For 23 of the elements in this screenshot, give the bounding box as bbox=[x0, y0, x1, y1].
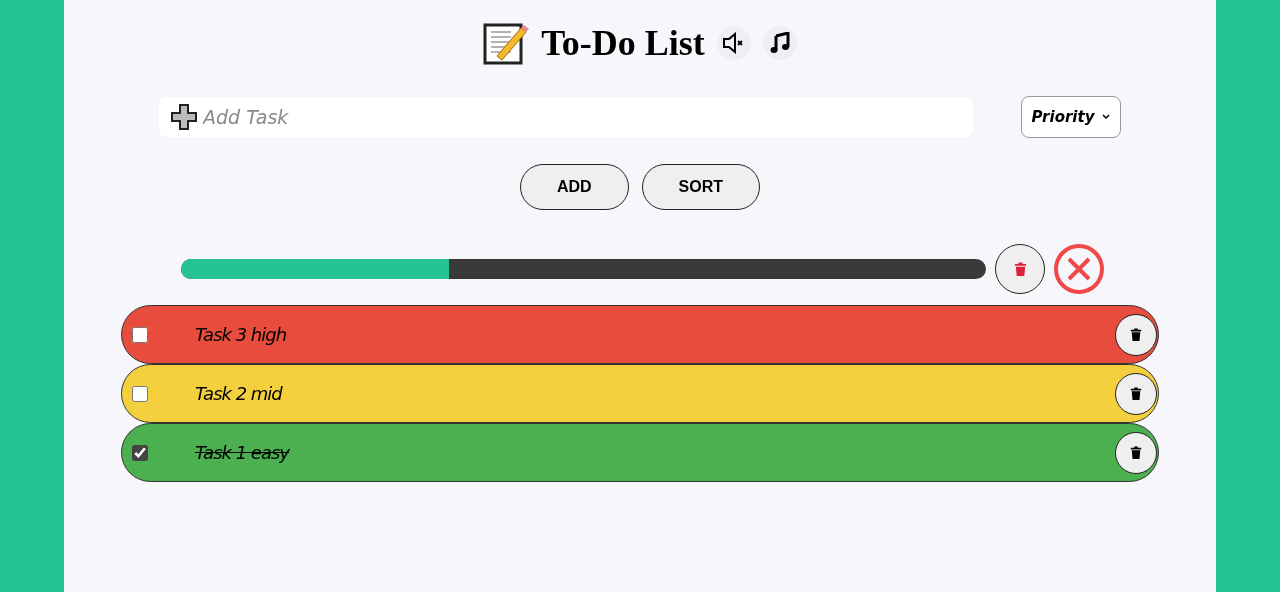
trash-icon bbox=[1013, 261, 1027, 277]
task-checkbox[interactable] bbox=[132, 326, 148, 343]
sort-button[interactable]: SORT bbox=[641, 164, 761, 210]
delete-task-button[interactable] bbox=[1115, 372, 1157, 415]
delete-task-button[interactable] bbox=[1115, 313, 1157, 356]
app-title: To-Do List bbox=[541, 22, 705, 64]
task-checkbox[interactable] bbox=[132, 385, 148, 402]
close-icon[interactable] bbox=[1053, 243, 1105, 295]
add-button[interactable]: ADD bbox=[519, 164, 629, 210]
task-text: Task 1 easy bbox=[195, 442, 291, 463]
task-checkbox[interactable] bbox=[132, 444, 148, 461]
plus-icon bbox=[171, 104, 197, 130]
trash-icon bbox=[1130, 445, 1142, 460]
delete-task-button[interactable] bbox=[1115, 431, 1157, 474]
delete-all-button[interactable] bbox=[995, 244, 1045, 294]
mute-icon[interactable] bbox=[716, 26, 751, 60]
task-text: Task 3 high bbox=[195, 324, 288, 345]
caret-icon bbox=[1102, 114, 1111, 120]
trash-icon bbox=[1130, 386, 1142, 401]
task-text: Task 2 mid bbox=[195, 383, 284, 404]
priority-dropdown[interactable]: Priority bbox=[1021, 96, 1121, 138]
trash-icon bbox=[1130, 327, 1142, 342]
music-note-icon[interactable] bbox=[762, 26, 797, 60]
